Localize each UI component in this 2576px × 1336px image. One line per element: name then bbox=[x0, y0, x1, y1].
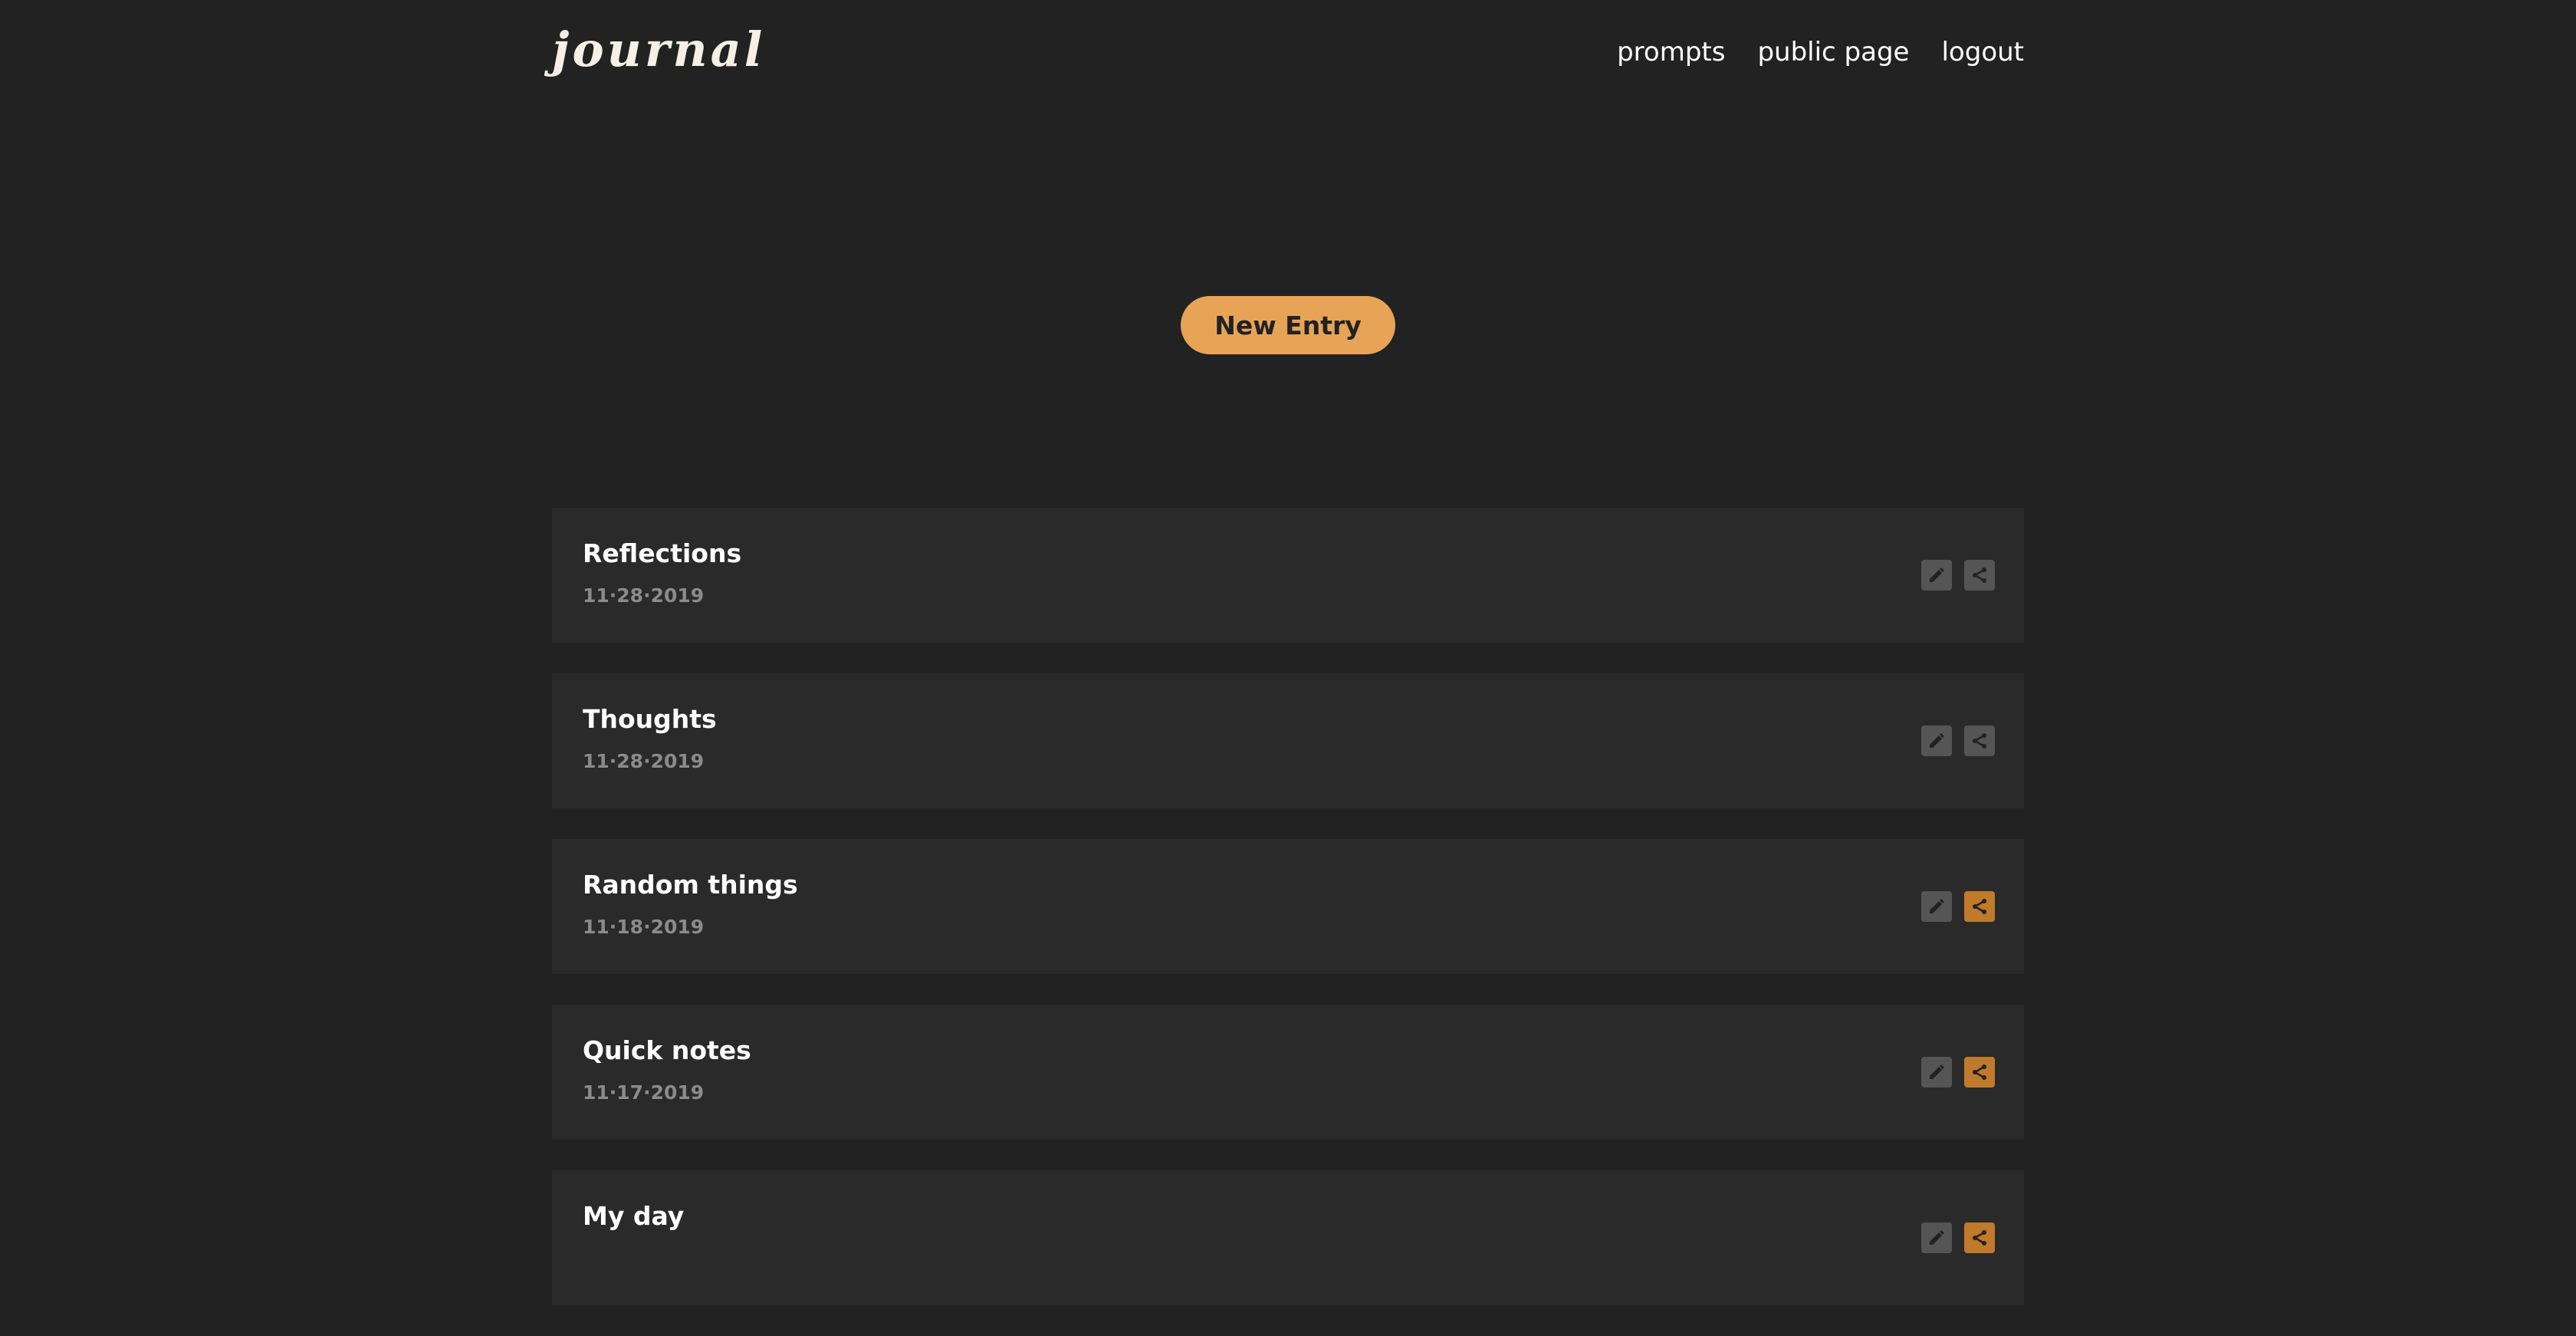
share-icon bbox=[1973, 733, 1986, 749]
edit-button[interactable] bbox=[1921, 726, 1952, 756]
share-icon bbox=[1973, 568, 1986, 583]
entry-card[interactable]: Random things 11·18·2019 bbox=[552, 839, 2024, 974]
nav-link-prompts[interactable]: prompts bbox=[1617, 37, 1725, 67]
entry-actions bbox=[1921, 1057, 1995, 1088]
entry-title[interactable]: Quick notes bbox=[583, 1035, 751, 1065]
entry-title[interactable]: My day bbox=[583, 1201, 684, 1231]
share-icon bbox=[1973, 899, 1986, 914]
share-button[interactable] bbox=[1964, 726, 1995, 756]
entries-list: Reflections 11·28·2019 Thoughts 11·28·20… bbox=[552, 508, 2024, 1336]
edit-button[interactable] bbox=[1921, 1057, 1952, 1088]
edit-button[interactable] bbox=[1921, 560, 1952, 591]
share-button[interactable] bbox=[1964, 891, 1995, 922]
share-button[interactable] bbox=[1964, 560, 1995, 591]
entry-card[interactable]: Reflections 11·28·2019 bbox=[552, 508, 2024, 643]
pencil-icon bbox=[1930, 1065, 1944, 1079]
page-container: journal prompts public page logout New E… bbox=[552, 0, 2024, 1305]
pencil-icon bbox=[1930, 733, 1944, 748]
entry-card[interactable]: Quick notes 11·17·2019 bbox=[552, 1005, 2024, 1140]
pencil-icon bbox=[1930, 1230, 1944, 1245]
entry-date: 11·17·2019 bbox=[583, 1081, 705, 1104]
entry-card[interactable]: Thoughts 11·28·2019 bbox=[552, 673, 2024, 808]
entry-date: 11·28·2019 bbox=[583, 750, 705, 772]
entry-title[interactable]: Thoughts bbox=[583, 704, 717, 734]
header: journal prompts public page logout bbox=[552, 0, 2024, 115]
entry-title[interactable]: Random things bbox=[583, 870, 798, 900]
pencil-icon bbox=[1930, 568, 1944, 582]
share-button[interactable] bbox=[1964, 1057, 1995, 1088]
entry-actions bbox=[1921, 560, 1995, 591]
entry-date: 11·18·2019 bbox=[583, 916, 705, 938]
share-icon bbox=[1973, 1230, 1986, 1246]
new-entry-button[interactable]: New Entry bbox=[1181, 296, 1395, 354]
nav-link-public-page[interactable]: public page bbox=[1757, 37, 1909, 67]
edit-button[interactable] bbox=[1921, 891, 1952, 922]
share-button[interactable] bbox=[1964, 1222, 1995, 1253]
entry-actions bbox=[1921, 1222, 1995, 1253]
entry-title[interactable]: Reflections bbox=[583, 538, 741, 568]
entry-actions bbox=[1921, 891, 1995, 922]
entry-card[interactable]: My day bbox=[552, 1170, 2024, 1305]
nav-link-logout[interactable]: logout bbox=[1941, 37, 2024, 67]
entry-actions bbox=[1921, 726, 1995, 756]
main-nav: prompts public page logout bbox=[1617, 37, 2024, 67]
logo[interactable]: journal bbox=[552, 21, 765, 77]
edit-button[interactable] bbox=[1921, 1222, 1952, 1253]
share-icon bbox=[1973, 1065, 1986, 1080]
pencil-icon bbox=[1930, 899, 1944, 913]
entry-date: 11·28·2019 bbox=[583, 584, 705, 607]
